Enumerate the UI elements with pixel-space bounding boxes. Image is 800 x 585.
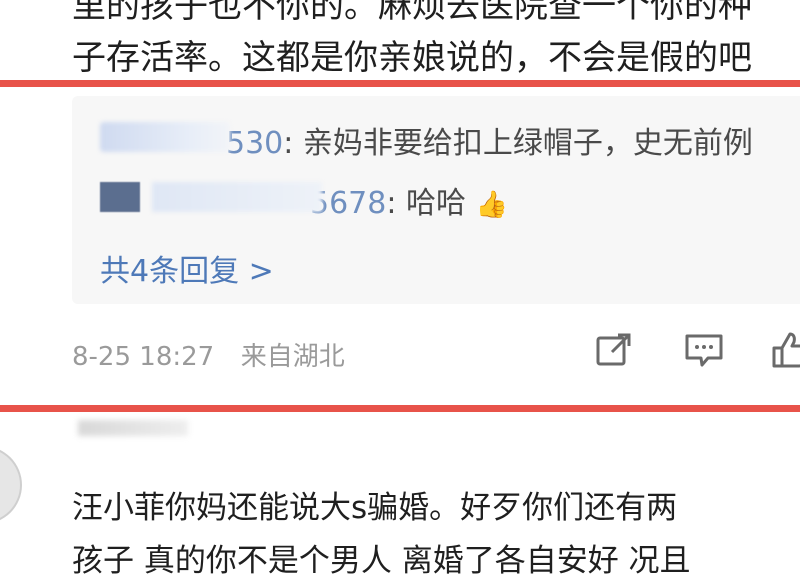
blurred-username — [152, 182, 322, 212]
blurred-avatar — [100, 182, 140, 212]
reply-text: : 亲妈非要给扣上绿帽子，史无前例 — [283, 126, 753, 161]
blurred-username — [78, 420, 188, 436]
more-replies-link[interactable]: 共4条回复 > — [100, 246, 274, 290]
comment-text-line: 汪小菲你妈还能说大s骗婚。好歹你们还有两 — [72, 490, 678, 526]
comment-text-line: 子存活率。这都是你亲娘说的，不会是假的吧 — [72, 38, 752, 78]
replies-panel[interactable]: 530: 亲妈非要给扣上绿帽子，史无前例 5678: 哈哈 👍 共4条回复 > — [72, 96, 800, 304]
comment-text-line-partial: 里的孩子也不你的。麻烦去医院查一个你的种 — [72, 0, 752, 26]
comment-text-line: 孩子 真的你不是个男人 离婚了各自安好 况且 — [72, 543, 691, 579]
reply-text: : 哈哈 — [386, 186, 467, 221]
reply-item[interactable]: 5678: 哈哈 👍 — [100, 178, 508, 222]
avatar[interactable] — [0, 446, 22, 524]
blurred-username — [100, 122, 230, 152]
like-icon[interactable] — [770, 330, 800, 370]
share-icon[interactable] — [594, 330, 634, 370]
comment-meta: 8-25 18:27 来自湖北 — [72, 336, 345, 373]
highlight-border-bottom — [0, 405, 800, 412]
comment-date: 8-25 18:27 — [72, 342, 215, 372]
thumbs-up-emoji-icon: 👍 — [475, 190, 508, 220]
highlight-border-top — [0, 80, 800, 87]
comment-icon[interactable] — [684, 330, 724, 370]
reply-username[interactable]: 530 — [226, 126, 283, 161]
reply-item[interactable]: 530: 亲妈非要给扣上绿帽子，史无前例 — [100, 118, 753, 162]
comment-location: 来自湖北 — [240, 342, 345, 372]
